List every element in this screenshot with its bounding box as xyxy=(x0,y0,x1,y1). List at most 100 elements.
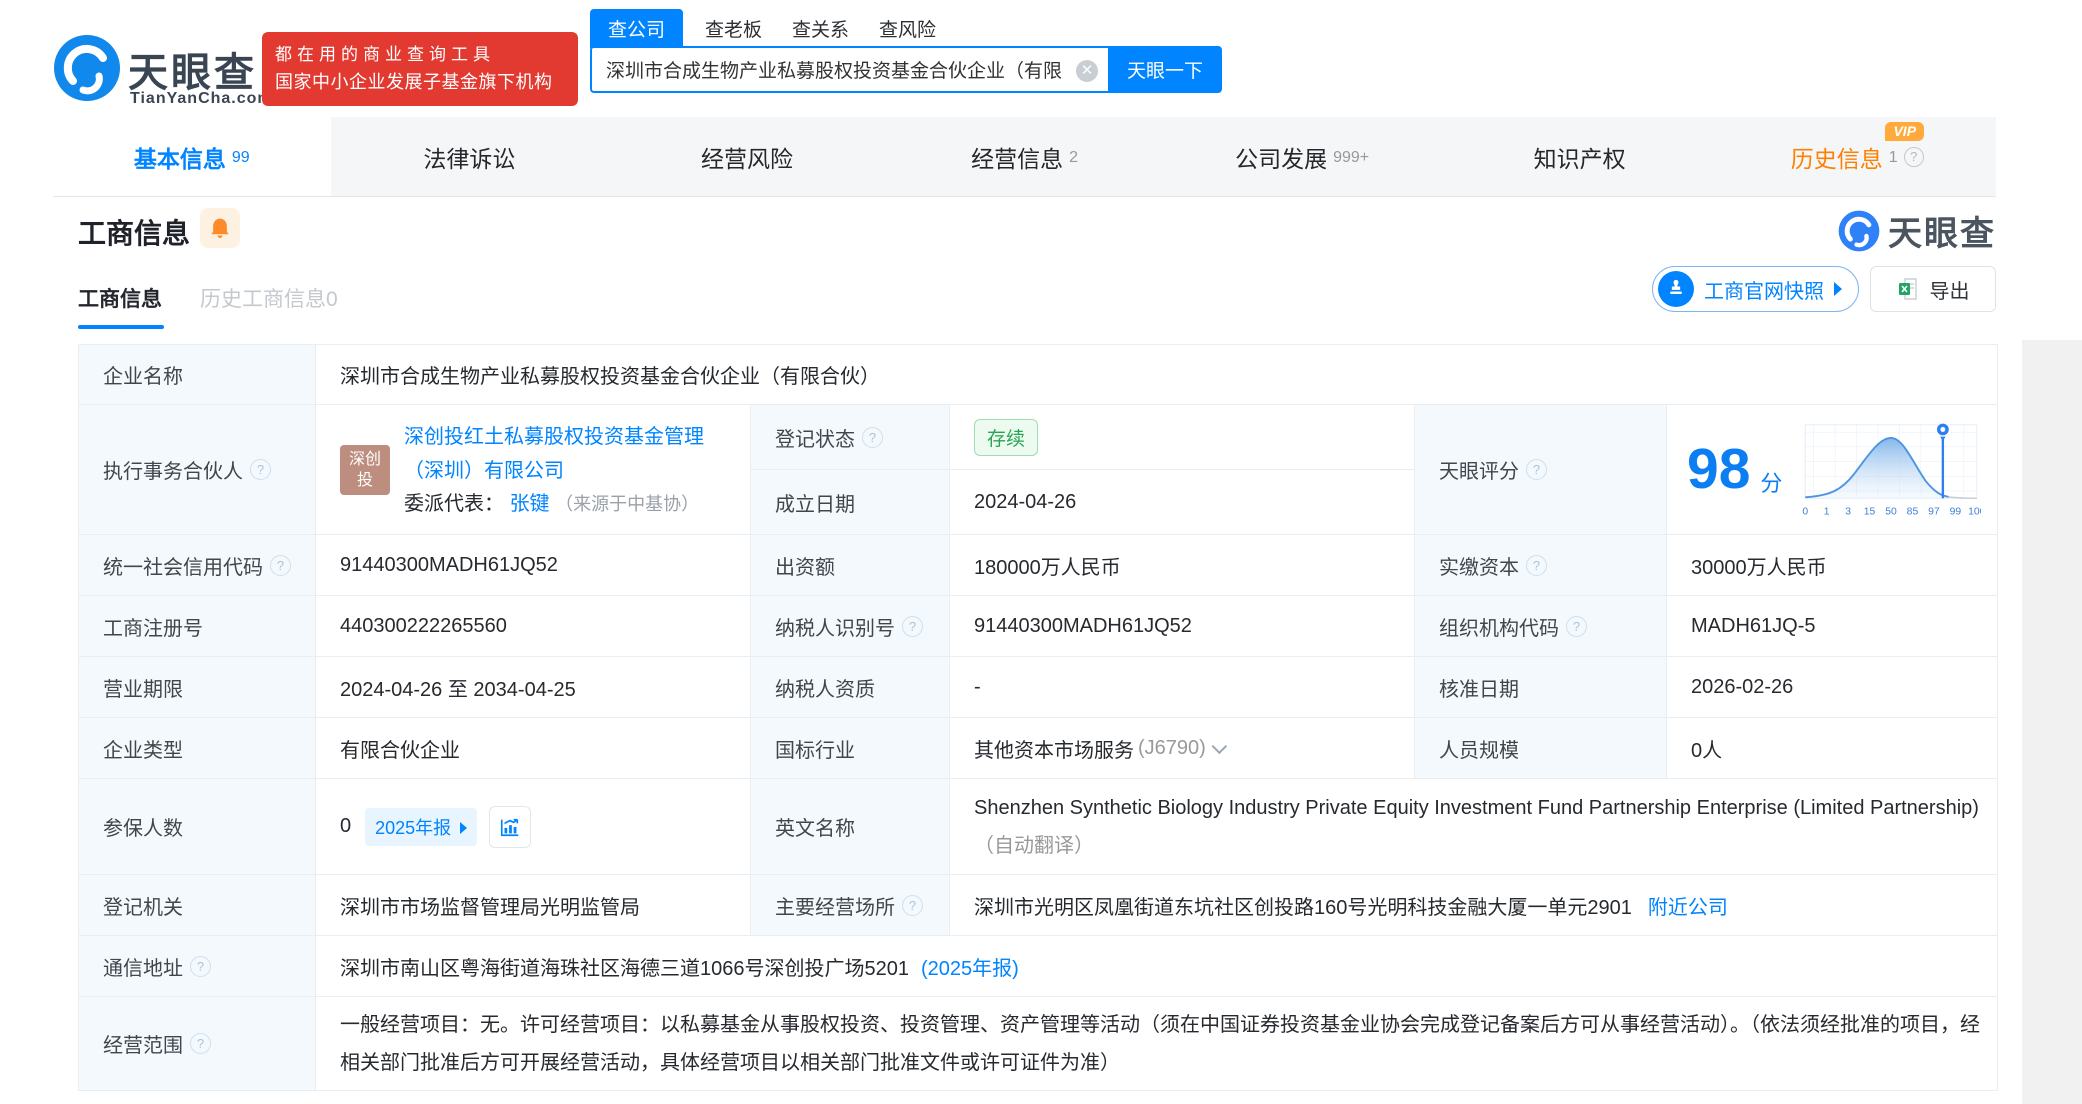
svg-text:0: 0 xyxy=(1803,506,1809,517)
help-icon[interactable]: ? xyxy=(1566,615,1587,637)
annual-report-link[interactable]: (2025年报) xyxy=(921,952,1019,981)
label-text: 经营范围 xyxy=(103,1035,183,1057)
tianyancha-logo-icon[interactable] xyxy=(53,34,121,102)
label-text: 天眼评分 xyxy=(1439,461,1519,483)
bar-chart-icon xyxy=(501,818,519,836)
industry-cell: 其他资本市场服务 (J6790) xyxy=(950,718,1415,779)
label-text: 纳税人识别号 xyxy=(775,617,895,640)
scrollbar-track[interactable] xyxy=(2022,340,2082,1104)
business-term-label: 营业期限 xyxy=(79,657,316,718)
registration-number-value: 440300222265560 xyxy=(316,596,751,657)
tab-company-development[interactable]: 公司发展 999+ xyxy=(1163,117,1441,196)
clear-search-icon[interactable]: ✕ xyxy=(1076,60,1098,82)
label-text: 执行事务合伙人 xyxy=(103,461,243,483)
help-icon[interactable]: ? xyxy=(1526,459,1547,480)
main-premises-value: 深圳市光明区凤凰街道东坑社区创投路160号光明科技金融大厦一单元2901 xyxy=(974,896,1632,919)
tab-label: 基本信息 xyxy=(133,145,226,172)
search-tab-risk[interactable]: 查风险 xyxy=(879,15,936,42)
tab-count: 1 xyxy=(1888,148,1898,166)
chevron-down-icon[interactable] xyxy=(1211,738,1227,754)
help-icon[interactable]: ? xyxy=(190,955,211,977)
registration-status-cell: 存续 xyxy=(950,405,1415,470)
main-premises-label: 主要经营场所 ? xyxy=(751,875,950,936)
mailing-address-label: 通信地址 ? xyxy=(79,936,316,997)
promo-line2: 国家中小企业发展子基金旗下机构 xyxy=(275,72,553,92)
tab-intellectual-property[interactable]: 知识产权 xyxy=(1441,117,1719,196)
delegate-label: 委派代表： xyxy=(404,492,504,515)
credit-code-value: 91440300MADH61JQ52 xyxy=(316,535,751,596)
help-icon[interactable]: ? xyxy=(902,894,923,916)
business-scope-cell: 一般经营项目：无。许可经营项目：以私募基金从事股权投资、投资管理、资产管理等活动… xyxy=(316,997,1997,1090)
tab-history-info[interactable]: VIP 历史信息 1 ? xyxy=(1718,117,1996,196)
svg-text:99: 99 xyxy=(1950,506,1962,517)
help-icon[interactable]: ? xyxy=(250,459,271,480)
executive-partner-label: 执行事务合伙人 ? xyxy=(79,405,316,535)
tab-operating-info[interactable]: 经营信息 2 xyxy=(886,117,1164,196)
executive-partner-cell: 深创投 深创投红土私募股权投资基金管理（深圳）有限公司 委派代表： 张键 （来源… xyxy=(316,405,751,535)
help-icon[interactable]: ? xyxy=(862,426,883,448)
watermark-logo-icon xyxy=(1838,210,1880,251)
help-icon[interactable]: ? xyxy=(270,554,291,576)
search-tab-company[interactable]: 查公司 xyxy=(590,8,684,48)
delegate-name-link[interactable]: 张键 xyxy=(510,493,550,515)
label-text: 通信地址 xyxy=(103,957,183,980)
staff-size-value: 0人 xyxy=(1667,718,1997,779)
paid-in-capital-label: 实缴资本 ? xyxy=(1415,535,1667,596)
export-label: 导出 xyxy=(1929,280,1970,303)
partner-company-link[interactable]: 深创投红土私募股权投资基金管理（深圳）有限公司 xyxy=(404,420,734,488)
tab-count: 99 xyxy=(231,148,250,166)
official-snapshot-button[interactable]: 工商官网快照 xyxy=(1652,266,1859,312)
watermark-text: 天眼查 xyxy=(1888,215,1996,253)
tab-label: 经营信息 xyxy=(971,145,1064,172)
label-text: 实缴资本 xyxy=(1439,556,1519,579)
promo-line1: 都在用的商业查询工具 xyxy=(275,45,495,64)
label-text: 主要经营场所 xyxy=(775,896,895,919)
tab-label: 历史信息 xyxy=(1790,145,1883,172)
approval-date-label: 核准日期 xyxy=(1415,657,1667,718)
search-area: 查公司 查老板 查关系 查风险 ✕ 天眼一下 xyxy=(590,8,1222,93)
delegate-source: （来源于中基协） xyxy=(555,493,700,514)
arrow-right-icon xyxy=(460,821,468,834)
search-input[interactable] xyxy=(606,58,1066,81)
score-axis-ticks: 0 1 3 15 50 85 97 99 100 xyxy=(1803,506,1981,517)
insured-count-label: 参保人数 xyxy=(79,779,316,875)
business-info-table: 企业名称 深圳市合成生物产业私募股权投资基金合伙企业（有限合伙） 执行事务合伙人… xyxy=(78,344,1998,1091)
annual-report-label: 2025年报 xyxy=(375,817,452,838)
company-type-label: 企业类型 xyxy=(79,718,316,779)
subtab-history-business-info[interactable]: 历史工商信息0 xyxy=(200,283,338,313)
paid-in-capital-value: 30000万人民币 xyxy=(1667,535,1997,596)
help-icon[interactable]: ? xyxy=(1903,146,1924,167)
search-tab-boss[interactable]: 查老板 xyxy=(705,15,762,42)
nearby-companies-link[interactable]: 附近公司 xyxy=(1648,891,1728,920)
company-type-value: 有限合伙企业 xyxy=(316,718,751,779)
taxpayer-id-label: 纳税人识别号 ? xyxy=(751,596,950,657)
bell-icon xyxy=(211,218,229,238)
registry-authority-label: 登记机关 xyxy=(79,875,316,936)
subtab-business-info[interactable]: 工商信息 xyxy=(78,283,162,313)
svg-text:3: 3 xyxy=(1846,506,1852,517)
svg-text:85: 85 xyxy=(1907,506,1919,517)
monitor-bell-button[interactable] xyxy=(200,208,240,248)
help-icon[interactable]: ? xyxy=(902,615,923,637)
help-icon[interactable]: ? xyxy=(190,1033,211,1054)
svg-text:50: 50 xyxy=(1886,506,1898,517)
establish-date-label: 成立日期 xyxy=(751,470,950,535)
search-button[interactable]: 天眼一下 xyxy=(1108,46,1222,93)
search-tab-relation[interactable]: 查关系 xyxy=(792,15,849,42)
tianyan-score-cell[interactable]: 98 分 0 1 3 15 50 85 97 99 10 xyxy=(1667,405,1997,535)
annual-report-chip[interactable]: 2025年报 xyxy=(365,807,478,846)
company-name-value: 深圳市合成生物产业私募股权投资基金合伙企业（有限合伙） xyxy=(316,345,1997,405)
tab-basic-info[interactable]: 基本信息 99 xyxy=(53,117,331,196)
tab-operating-risk[interactable]: 经营风险 xyxy=(608,117,886,196)
svg-text:100: 100 xyxy=(1969,506,1981,517)
tab-legal-proceedings[interactable]: 法律诉讼 xyxy=(331,117,609,196)
snapshot-label: 工商官网快照 xyxy=(1704,280,1824,303)
help-icon[interactable]: ? xyxy=(1526,554,1547,576)
partner-avatar[interactable]: 深创投 xyxy=(340,444,390,495)
trend-chart-button[interactable] xyxy=(489,805,532,848)
tab-count: 2 xyxy=(1069,148,1078,166)
establish-date-value: 2024-04-26 xyxy=(950,470,1415,535)
english-name-value: Shenzhen Synthetic Biology Industry Priv… xyxy=(974,796,1979,819)
company-tab-bar: 基本信息 99 法律诉讼 经营风险 经营信息 2 公司发展 999+ 知识产权 … xyxy=(53,117,1996,197)
export-button[interactable]: 导出 xyxy=(1870,266,1996,312)
